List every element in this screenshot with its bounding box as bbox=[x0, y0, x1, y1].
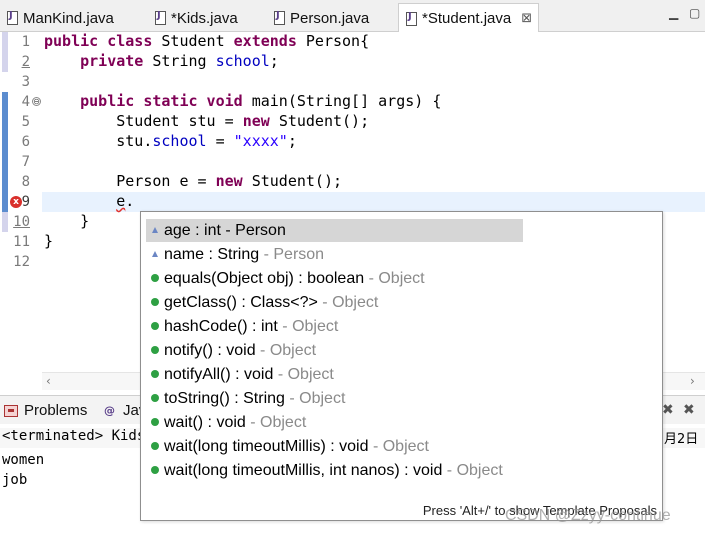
field-icon bbox=[146, 219, 164, 242]
javadoc-icon: @ bbox=[104, 403, 115, 417]
close-tab-icon[interactable]: ⊠ bbox=[521, 11, 532, 26]
fold-collapse-icon[interactable]: ⊖ bbox=[32, 97, 41, 106]
proposal-item[interactable]: wait(long timeoutMillis) : void - Object bbox=[146, 435, 523, 458]
tab-label: *Kids.java bbox=[171, 9, 238, 27]
code-line-10: } bbox=[80, 212, 90, 230]
scroll-right-icon[interactable]: › bbox=[690, 374, 695, 388]
launch-date: 月2日 bbox=[664, 432, 699, 447]
java-file-icon bbox=[273, 10, 285, 25]
proposal-item[interactable]: equals(Object obj) : boolean - Object bbox=[146, 267, 523, 290]
editor-tab-bar: ManKind.java *Kids.java Person.java *Stu… bbox=[0, 0, 705, 33]
watermark: CSDN @Zzyy-continue bbox=[505, 507, 671, 524]
field-icon bbox=[146, 243, 164, 266]
problems-icon bbox=[4, 404, 18, 417]
tab-problems[interactable]: Problems bbox=[4, 402, 87, 419]
console-output-line: job bbox=[2, 472, 28, 488]
tab-label: ManKind.java bbox=[23, 9, 114, 27]
proposal-item[interactable]: getClass() : Class<?> - Object bbox=[146, 291, 523, 314]
proposal-item[interactable]: hashCode() : int - Object bbox=[146, 315, 523, 338]
method-icon bbox=[146, 435, 164, 458]
line-number: 3 bbox=[21, 74, 30, 90]
tab-student[interactable]: *Student.java ⊠ bbox=[398, 3, 540, 33]
method-icon bbox=[146, 339, 164, 362]
scroll-left-icon[interactable]: ‹ bbox=[46, 374, 51, 388]
code-line-5: Student stu = new Student(); bbox=[116, 112, 370, 130]
code-line-9: e. bbox=[116, 192, 135, 210]
line-number: 2 bbox=[21, 54, 30, 70]
line-number: 10 bbox=[13, 214, 30, 230]
java-file-icon bbox=[405, 11, 417, 26]
method-icon bbox=[146, 291, 164, 314]
line-number: 1 bbox=[21, 34, 30, 50]
content-assist-popup: age : int - Person name : String - Perso… bbox=[140, 211, 663, 521]
proposal-item[interactable]: age : int - Person bbox=[146, 219, 523, 242]
line-number: 7 bbox=[21, 154, 30, 170]
tab-label: Problems bbox=[24, 402, 88, 419]
line-number: 4 bbox=[21, 94, 30, 110]
method-icon bbox=[146, 363, 164, 386]
tab-mankind[interactable]: ManKind.java bbox=[6, 4, 114, 32]
tab-label: Person.java bbox=[290, 9, 370, 27]
line-number: 11 bbox=[13, 234, 30, 250]
line-number: 8 bbox=[21, 174, 30, 190]
java-file-icon bbox=[154, 10, 166, 25]
code-line-11: } bbox=[44, 232, 54, 250]
tab-kids[interactable]: *Kids.java bbox=[154, 4, 238, 32]
current-line-highlight bbox=[42, 192, 705, 212]
remove-all-launches-icon[interactable]: ✖ bbox=[683, 402, 695, 418]
error-marker-icon[interactable]: x bbox=[10, 196, 22, 208]
console-output-line: women bbox=[2, 452, 45, 468]
proposal-item[interactable]: notify() : void - Object bbox=[146, 339, 523, 362]
line-number: 5 bbox=[21, 114, 30, 130]
line-number-gutter: 1 2 3 4 ⊖ 5 6 7 8 9 x 10 11 12 bbox=[8, 32, 42, 370]
minimize-icon[interactable]: ▁ bbox=[669, 6, 678, 20]
proposal-item[interactable]: name : String - Person bbox=[146, 243, 523, 266]
code-line-4: public static void main(String[] args) { bbox=[80, 92, 442, 110]
code-line-2: private String school; bbox=[80, 52, 279, 70]
line-number: 12 bbox=[13, 254, 30, 270]
code-line-6: stu.school = "xxxx"; bbox=[116, 132, 297, 150]
method-icon bbox=[146, 411, 164, 434]
proposal-item[interactable]: toString() : String - Object bbox=[146, 387, 523, 410]
method-icon bbox=[146, 267, 164, 290]
remove-launch-icon[interactable]: ✖ bbox=[662, 402, 674, 418]
proposal-item[interactable]: wait(long timeoutMillis, int nanos) : vo… bbox=[146, 459, 523, 482]
tab-label: *Student.java bbox=[422, 10, 512, 27]
proposal-item[interactable]: wait() : void - Object bbox=[146, 411, 523, 434]
code-line-8: Person e = new Student(); bbox=[116, 172, 343, 190]
tab-person[interactable]: Person.java bbox=[273, 4, 369, 32]
maximize-icon[interactable]: ▢ bbox=[689, 6, 700, 20]
line-number: 6 bbox=[21, 134, 30, 150]
code-line-1: public class Student extends Person{ bbox=[44, 32, 370, 50]
method-icon bbox=[146, 387, 164, 410]
method-icon bbox=[146, 459, 164, 482]
java-file-icon bbox=[6, 10, 18, 25]
method-icon bbox=[146, 315, 164, 338]
proposal-item[interactable]: notifyAll() : void - Object bbox=[146, 363, 523, 386]
